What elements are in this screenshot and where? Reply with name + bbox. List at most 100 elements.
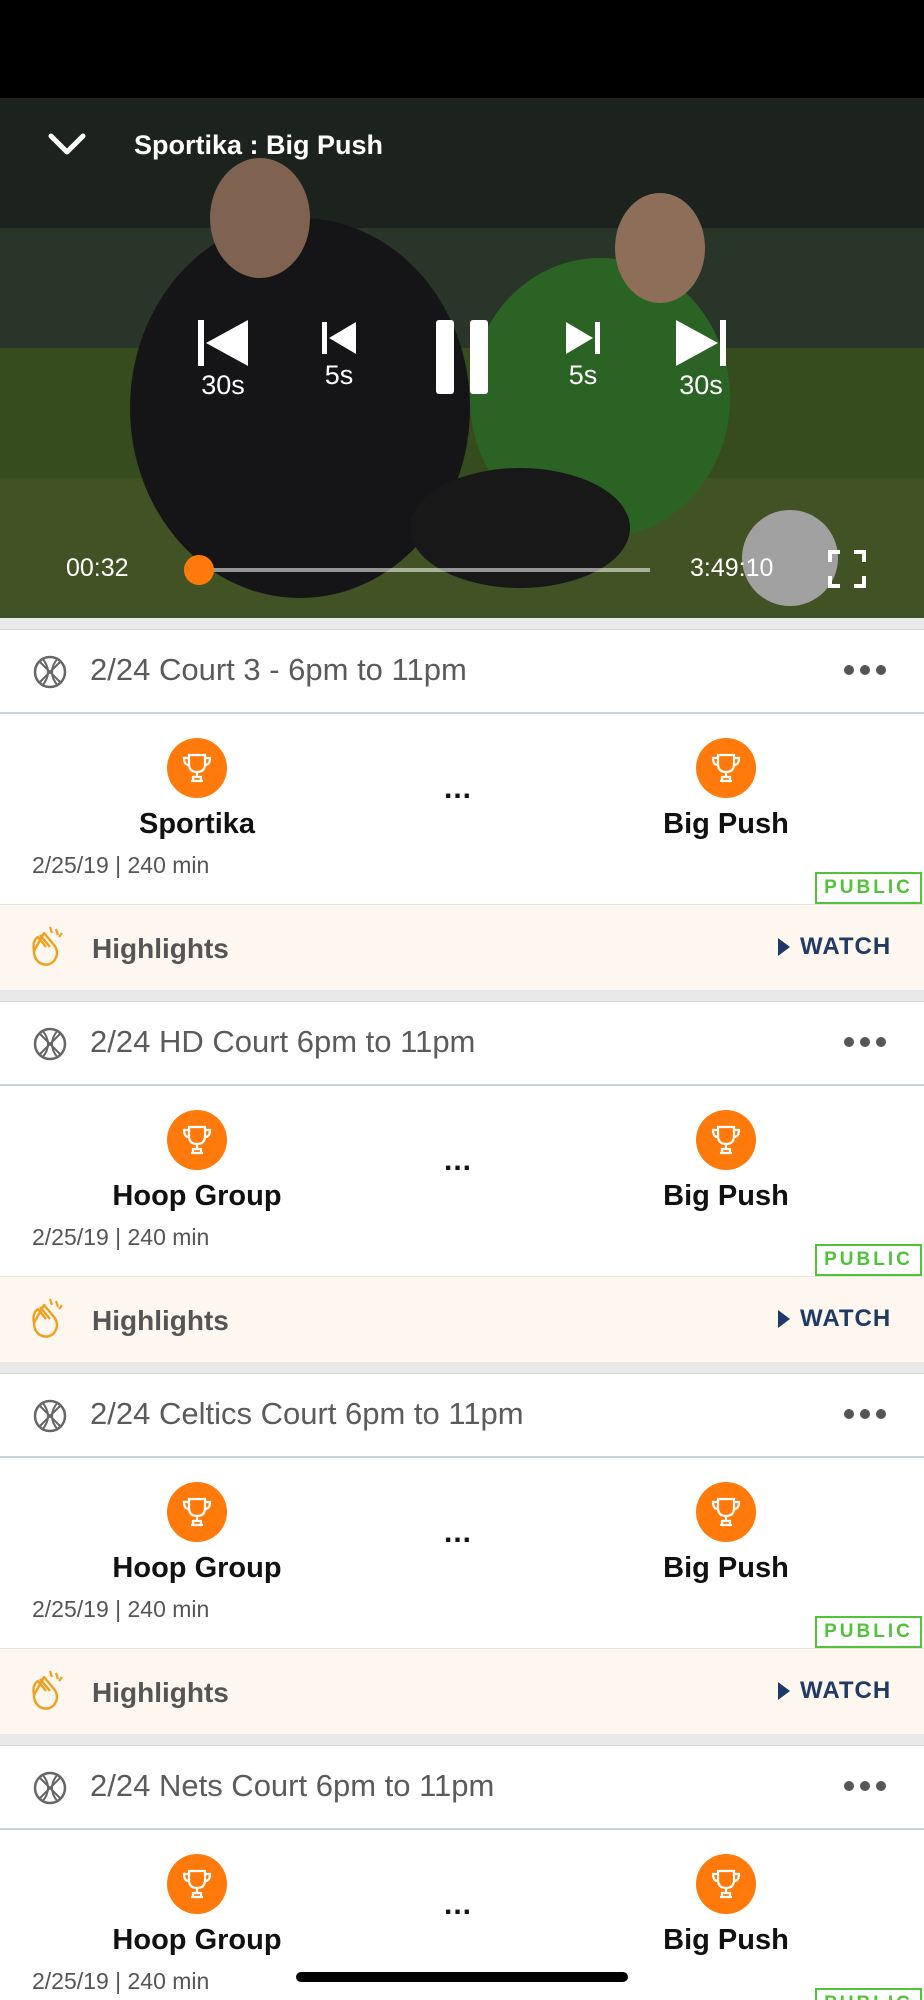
team-right: Big Push (586, 738, 866, 841)
forward-30-button[interactable]: 30s (666, 318, 736, 401)
game-header[interactable]: 2/24 Celtics Court 6pm to 11pm (0, 1374, 924, 1458)
clapping-hands-icon (32, 926, 63, 966)
forward-5-label: 5s (568, 360, 598, 390)
video-player[interactable]: Sportika : Big Push 30s 5s 5s 30s 00:32 … (0, 98, 924, 618)
video-title: Sportika : Big Push (134, 130, 384, 160)
game-title: 2/24 Court 3 - 6pm to 11pm (90, 652, 467, 687)
public-badge: PUBLIC (815, 1988, 922, 2000)
forward-30-label: 30s (679, 370, 723, 400)
highlights-row[interactable]: Highlights WATCH (0, 1276, 924, 1362)
clapping-hands-icon (32, 1670, 63, 1710)
trophy-icon (167, 1482, 227, 1542)
game-header[interactable]: 2/24 HD Court 6pm to 11pm (0, 1002, 924, 1086)
team-name: Hoop Group (112, 1924, 282, 1956)
basketball-icon (33, 655, 67, 689)
fullscreen-button[interactable] (828, 550, 866, 588)
watch-button[interactable]: WATCH (778, 1305, 891, 1333)
trophy-icon (696, 1854, 756, 1914)
basketball-icon (33, 1771, 67, 1805)
collapse-button[interactable] (40, 118, 94, 172)
highlights-row[interactable]: Highlights WATCH (0, 904, 924, 990)
team-name: Big Push (663, 808, 789, 840)
game-title: 2/24 HD Court 6pm to 11pm (90, 1024, 476, 1059)
team-left: Sportika (57, 738, 337, 841)
rewind-30-label: 30s (201, 370, 245, 400)
game-header[interactable]: 2/24 Nets Court 6pm to 11pm (0, 1746, 924, 1830)
game-meta: 2/25/19 | 240 min (32, 1596, 210, 1622)
divider (0, 618, 924, 630)
team-name: Sportika (138, 808, 256, 840)
matchup[interactable]: Sportika ... Big Push 2/25/19 | 240 min … (0, 714, 924, 904)
versus-indicator: ... (444, 1516, 473, 1549)
basketball-icon (33, 1027, 67, 1061)
rewind-30-button[interactable]: 30s (188, 318, 258, 401)
team-name: Big Push (663, 1924, 789, 1956)
rewind-5-button[interactable]: 5s (308, 318, 370, 391)
game-meta: 2/25/19 | 240 min (32, 1968, 210, 1994)
forward-5-button[interactable]: 5s (552, 318, 614, 391)
divider (0, 1734, 924, 1746)
game-list: 2/24 Court 3 - 6pm to 11pm Sportika ... … (0, 618, 924, 2000)
team-name: Big Push (663, 1552, 789, 1584)
watch-button[interactable]: WATCH (778, 1677, 891, 1705)
game-meta: 2/25/19 | 240 min (32, 852, 210, 878)
game-header[interactable]: 2/24 Court 3 - 6pm to 11pm (0, 630, 924, 714)
versus-indicator: ... (444, 1144, 473, 1177)
watch-button[interactable]: WATCH (778, 933, 891, 961)
team-name: Hoop Group (112, 1180, 282, 1212)
trophy-icon (167, 1854, 227, 1914)
rewind-5-label: 5s (324, 360, 354, 390)
team-left: Hoop Group (57, 1482, 337, 1585)
team-right: Big Push (586, 1482, 866, 1585)
trophy-icon (696, 738, 756, 798)
public-badge: PUBLIC (815, 1244, 922, 1276)
versus-indicator: ... (444, 1888, 473, 1921)
highlights-row[interactable]: Highlights WATCH (0, 1648, 924, 1734)
public-badge: PUBLIC (815, 1616, 922, 1648)
play-icon (778, 938, 790, 956)
watch-label: WATCH (800, 933, 892, 960)
team-left: Hoop Group (57, 1854, 337, 1957)
team-right: Big Push (586, 1854, 866, 1957)
game-card: 2/24 HD Court 6pm to 11pm Hoop Group ...… (0, 1002, 924, 1374)
pause-icon (436, 320, 488, 394)
highlights-label: Highlights (92, 1305, 229, 1336)
status-bar (0, 0, 924, 98)
team-left: Hoop Group (57, 1110, 337, 1213)
team-name: Hoop Group (112, 1552, 282, 1584)
game-title: 2/24 Celtics Court 6pm to 11pm (90, 1396, 524, 1431)
more-options-icon[interactable] (840, 1394, 890, 1434)
trophy-icon (167, 1110, 227, 1170)
basketball-icon (33, 1399, 67, 1433)
more-options-icon[interactable] (840, 650, 890, 690)
team-name: Big Push (663, 1180, 789, 1212)
public-badge: PUBLIC (815, 872, 922, 904)
total-time: 3:49:10 (690, 554, 774, 582)
seek-thumb[interactable] (184, 555, 215, 585)
play-icon (778, 1310, 790, 1328)
seek-bar[interactable] (198, 568, 650, 572)
skip-back-icon (322, 322, 356, 354)
team-right: Big Push (586, 1110, 866, 1213)
divider (0, 1362, 924, 1374)
trophy-icon (696, 1482, 756, 1542)
skip-forward-icon (676, 320, 726, 366)
divider (0, 990, 924, 1002)
more-options-icon[interactable] (840, 1766, 890, 1806)
matchup[interactable]: Hoop Group ... Big Push 2/25/19 | 240 mi… (0, 1458, 924, 1648)
matchup[interactable]: Hoop Group ... Big Push 2/25/19 | 240 mi… (0, 1086, 924, 1276)
game-card: 2/24 Celtics Court 6pm to 11pm Hoop Grou… (0, 1374, 924, 1746)
trophy-icon (167, 738, 227, 798)
trophy-icon (696, 1110, 756, 1170)
more-options-icon[interactable] (840, 1022, 890, 1062)
game-card: 2/24 Court 3 - 6pm to 11pm Sportika ... … (0, 630, 924, 1002)
chevron-down-icon (48, 133, 86, 155)
highlights-label: Highlights (92, 1677, 229, 1708)
game-title: 2/24 Nets Court 6pm to 11pm (90, 1768, 495, 1803)
highlights-label: Highlights (92, 933, 229, 964)
pause-button[interactable] (426, 318, 498, 398)
watch-label: WATCH (800, 1305, 892, 1332)
fullscreen-icon (828, 550, 866, 588)
versus-indicator: ... (444, 772, 473, 805)
watch-label: WATCH (800, 1677, 892, 1704)
